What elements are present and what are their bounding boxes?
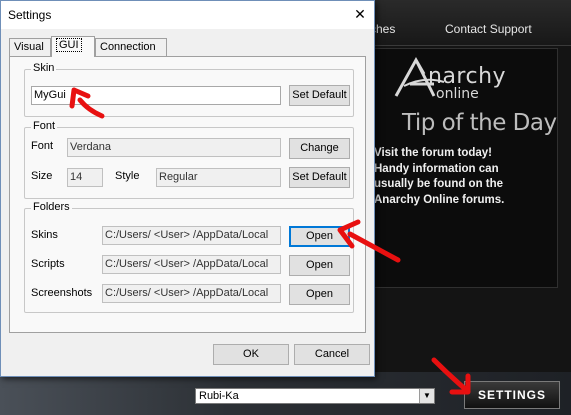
settings-dialog: Settings ✕ Visual GUI Connection Skin My… — [0, 0, 375, 377]
nav-contact-support-link[interactable]: Contact Support — [445, 22, 532, 36]
skins-folder-field: C:/Users/ <User> /AppData/Local — [102, 226, 281, 245]
scripts-folder-field: C:/Users/ <User> /AppData/Local — [102, 255, 281, 274]
screenshots-folder-label: Screenshots — [31, 287, 93, 299]
tab-gui[interactable]: GUI — [51, 36, 95, 57]
folders-group-label: Folders — [31, 201, 72, 213]
annotation-arrow-open-icon — [337, 219, 401, 263]
skin-group-label: Skin — [31, 62, 57, 74]
tab-visual[interactable]: Visual — [9, 38, 51, 56]
style-label: Style — [115, 170, 140, 182]
font-group-label: Font — [31, 120, 58, 132]
annotation-arrow-skin-icon — [69, 87, 105, 119]
skin-set-default-button[interactable]: Set Default — [289, 85, 350, 106]
font-set-default-button[interactable]: Set Default — [289, 167, 350, 188]
annotation-arrow-settings-icon — [431, 357, 471, 395]
server-select[interactable]: Rubi-Ka ▼ — [195, 388, 435, 404]
font-change-button[interactable]: Change — [289, 138, 350, 159]
style-field: Regular — [156, 168, 281, 187]
tab-connection[interactable]: Connection — [95, 38, 167, 56]
ok-button[interactable]: OK — [213, 344, 289, 365]
tip-body: Visit the forum today! Handy information… — [374, 147, 505, 206]
screenshots-open-button[interactable]: Open — [289, 284, 350, 305]
logo-sub: online — [436, 86, 479, 102]
scripts-folder-label: Scripts — [31, 258, 65, 270]
font-label: Font — [31, 140, 54, 152]
font-group: Font Font Verdana Change Size 14 Style R… — [24, 120, 354, 199]
font-field: Verdana — [67, 138, 281, 157]
server-select-value: Rubi-Ka — [199, 390, 239, 402]
tab-gui-label: GUI — [56, 38, 82, 52]
size-label: Size — [31, 170, 53, 182]
close-icon[interactable]: ✕ — [349, 4, 371, 24]
skins-folder-label: Skins — [31, 229, 58, 241]
settings-button[interactable]: SETTINGS — [464, 381, 560, 409]
cancel-button[interactable]: Cancel — [294, 344, 370, 365]
tip-title: Tip of the Day — [402, 110, 557, 136]
title-bar[interactable]: Settings ✕ — [1, 1, 374, 29]
dialog-title: Settings — [8, 8, 52, 22]
anarchy-online-logo: narchy online — [390, 56, 556, 104]
size-field: 14 — [67, 168, 103, 187]
screenshots-folder-field: C:/Users/ <User> /AppData/Local — [102, 284, 281, 303]
folders-group: Folders Skins C:/Users/ <User> /AppData/… — [24, 201, 354, 313]
